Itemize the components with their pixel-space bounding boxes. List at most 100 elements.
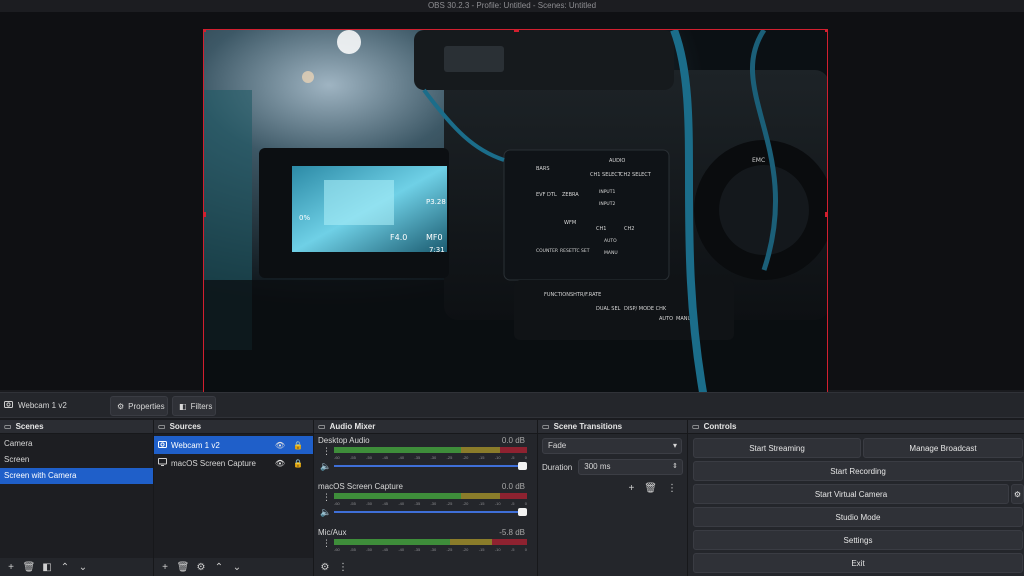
- audio-mixer-header: ▭ Audio Mixer: [314, 420, 537, 434]
- add-scene-button[interactable]: +: [4, 560, 18, 574]
- transform-handle-left[interactable]: [204, 212, 206, 217]
- meter-scale-tick: -20: [462, 547, 469, 552]
- lock-icon[interactable]: 🔒: [293, 459, 303, 468]
- speaker-icon[interactable]: 🔈: [320, 507, 331, 518]
- channel-menu-icon[interactable]: ⋮: [322, 446, 331, 457]
- panel-disp: DISP/ MODE CHK: [624, 306, 667, 312]
- volume-slider-handle[interactable]: [518, 462, 527, 470]
- camera-icon: [4, 400, 13, 410]
- move-source-up-button[interactable]: ⌃: [212, 560, 226, 574]
- properties-button[interactable]: ⚙ Properties: [110, 396, 168, 416]
- scenes-toolbar: + 🗑 ◧ ⌃ ⌄: [0, 558, 153, 576]
- source-properties-button[interactable]: ⚙: [194, 560, 208, 574]
- remove-transition-button[interactable]: 🗑: [644, 483, 657, 494]
- meter-scale-tick: -45: [382, 501, 389, 506]
- exit-button[interactable]: Exit: [693, 553, 1023, 573]
- transform-handle-top[interactable]: [514, 30, 519, 32]
- remove-source-button[interactable]: 🗑: [176, 560, 190, 574]
- channel-db: 0.0 dB: [501, 436, 525, 445]
- studio-mode-button[interactable]: Studio Mode: [693, 507, 1023, 527]
- start-recording-button[interactable]: Start Recording: [693, 461, 1023, 481]
- panel-ch1: CH1: [596, 226, 606, 232]
- meter-scale: -60 -55 -50 -45 -40 -35 -30 -25 -20 -15 -10 -5 0: [334, 547, 527, 553]
- scene-item-screen[interactable]: Screen: [0, 452, 153, 468]
- channel-menu-icon[interactable]: ⋮: [322, 492, 331, 503]
- selected-source-name: Webcam 1 v2: [18, 400, 67, 410]
- duration-row: Duration 300 ms ⇕: [542, 459, 683, 475]
- gear-icon: ⚙: [1013, 489, 1022, 499]
- mixer-menu-button[interactable]: ⋮: [336, 560, 350, 574]
- transition-menu-button[interactable]: ⋮: [667, 483, 677, 494]
- lock-icon[interactable]: 🔒: [293, 441, 303, 450]
- meter-scale-tick: -15: [478, 455, 485, 460]
- channel-name: Desktop Audio: [318, 436, 370, 445]
- transform-handle-tl[interactable]: [204, 30, 206, 32]
- meter-scale: -60 -55 -50 -45 -40 -35 -30 -25 -20 -15 -10 -5 0: [334, 501, 527, 507]
- transition-selected-value: Fade: [548, 441, 567, 450]
- controls-header: ▭ Controls: [688, 420, 1024, 434]
- filters-button-label: Filters: [190, 401, 213, 411]
- lens-emc: EMC: [752, 157, 765, 164]
- channel-menu-icon[interactable]: ⋮: [322, 538, 331, 549]
- scene-item-camera[interactable]: Camera: [0, 436, 153, 452]
- scene-item-screen-with-camera[interactable]: Screen with Camera: [0, 468, 153, 484]
- mixer-settings-button[interactable]: ⚙: [318, 560, 332, 574]
- controls-title: Controls: [703, 421, 737, 431]
- meter-scale-tick: -15: [478, 547, 485, 552]
- duration-value: 300 ms: [584, 462, 611, 471]
- sources-dock-header: ▭ Sources: [154, 420, 313, 434]
- start-virtual-camera-button[interactable]: Start Virtual Camera: [693, 484, 1009, 504]
- meter-scale-tick: 0: [524, 547, 527, 552]
- meter-scale-tick: -20: [462, 501, 469, 506]
- mixer-toolbar: ⚙ ⋮: [314, 558, 537, 576]
- move-scene-down-button[interactable]: ⌄: [76, 560, 90, 574]
- dock-icon: ▭: [158, 421, 166, 431]
- settings-button[interactable]: Settings: [693, 530, 1023, 550]
- panel-wfm: WFM: [564, 220, 576, 226]
- add-transition-button[interactable]: +: [628, 483, 634, 494]
- filters-button[interactable]: ◧ Filters: [172, 396, 216, 416]
- meter-scale-tick: -5: [510, 455, 515, 460]
- add-source-button[interactable]: +: [158, 560, 172, 574]
- transition-select[interactable]: Fade ▾: [542, 438, 682, 454]
- transform-handle-tr[interactable]: [825, 30, 827, 32]
- duration-input[interactable]: 300 ms ⇕: [578, 459, 683, 475]
- preview-area[interactable]: 0% P3.28 F4.0 MF0 7:31 BARS AUDIO CH1 SE…: [0, 12, 1024, 397]
- meter-scale-tick: -45: [382, 547, 389, 552]
- panel-dualsel: DUAL SEL: [596, 306, 621, 312]
- source-toolbar: Webcam 1 v2 ⚙ Properties ◧ Filters: [0, 392, 1024, 418]
- duration-label: Duration: [542, 462, 573, 472]
- volume-slider-handle[interactable]: [518, 508, 527, 516]
- eye-icon[interactable]: 👁: [275, 441, 285, 450]
- volume-slider[interactable]: [334, 511, 525, 513]
- sources-title: Sources: [169, 421, 202, 431]
- meter-scale-tick: -5: [510, 501, 515, 506]
- eye-icon[interactable]: 👁: [275, 459, 285, 468]
- scene-filters-button[interactable]: ◧: [40, 560, 54, 574]
- speaker-icon[interactable]: 🔈: [320, 461, 331, 472]
- lcd-mf: MF0: [426, 233, 443, 242]
- meter-scale-tick: -55: [350, 455, 356, 460]
- panel-ch1select: CH1 SELECT: [590, 172, 622, 178]
- volume-slider[interactable]: [334, 465, 525, 467]
- scenes-dock-header: ▭ Scenes: [0, 420, 153, 434]
- move-source-down-button[interactable]: ⌄: [230, 560, 244, 574]
- dock-icon: ▭: [4, 421, 12, 431]
- lcd-pct: 0%: [299, 214, 310, 222]
- selected-source-label: Webcam 1 v2: [4, 400, 67, 410]
- remove-scene-button[interactable]: 🗑: [22, 560, 36, 574]
- move-scene-up-button[interactable]: ⌃: [58, 560, 72, 574]
- virtual-camera-settings-button[interactable]: ⚙: [1011, 484, 1024, 504]
- manage-broadcast-button[interactable]: Manage Broadcast: [863, 438, 1023, 458]
- meter-scale-tick: -50: [366, 501, 372, 506]
- panel-zebra: ZEBRA: [562, 192, 579, 198]
- transform-handle-right[interactable]: [825, 212, 827, 217]
- stepper-icon[interactable]: ⇕: [672, 460, 678, 474]
- meter-scale-tick: -40: [398, 547, 405, 552]
- source-item-screen-capture[interactable]: macOS Screen Capture 👁 🔒: [154, 454, 313, 472]
- preview-canvas[interactable]: 0% P3.28 F4.0 MF0 7:31 BARS AUDIO CH1 SE…: [203, 29, 828, 397]
- start-streaming-button[interactable]: Start Streaming: [693, 438, 861, 458]
- source-item-webcam[interactable]: Webcam 1 v2 👁 🔒: [154, 436, 313, 454]
- channel-db: 0.0 dB: [501, 482, 525, 491]
- scenes-list: Camera Screen Screen with Camera: [0, 434, 153, 558]
